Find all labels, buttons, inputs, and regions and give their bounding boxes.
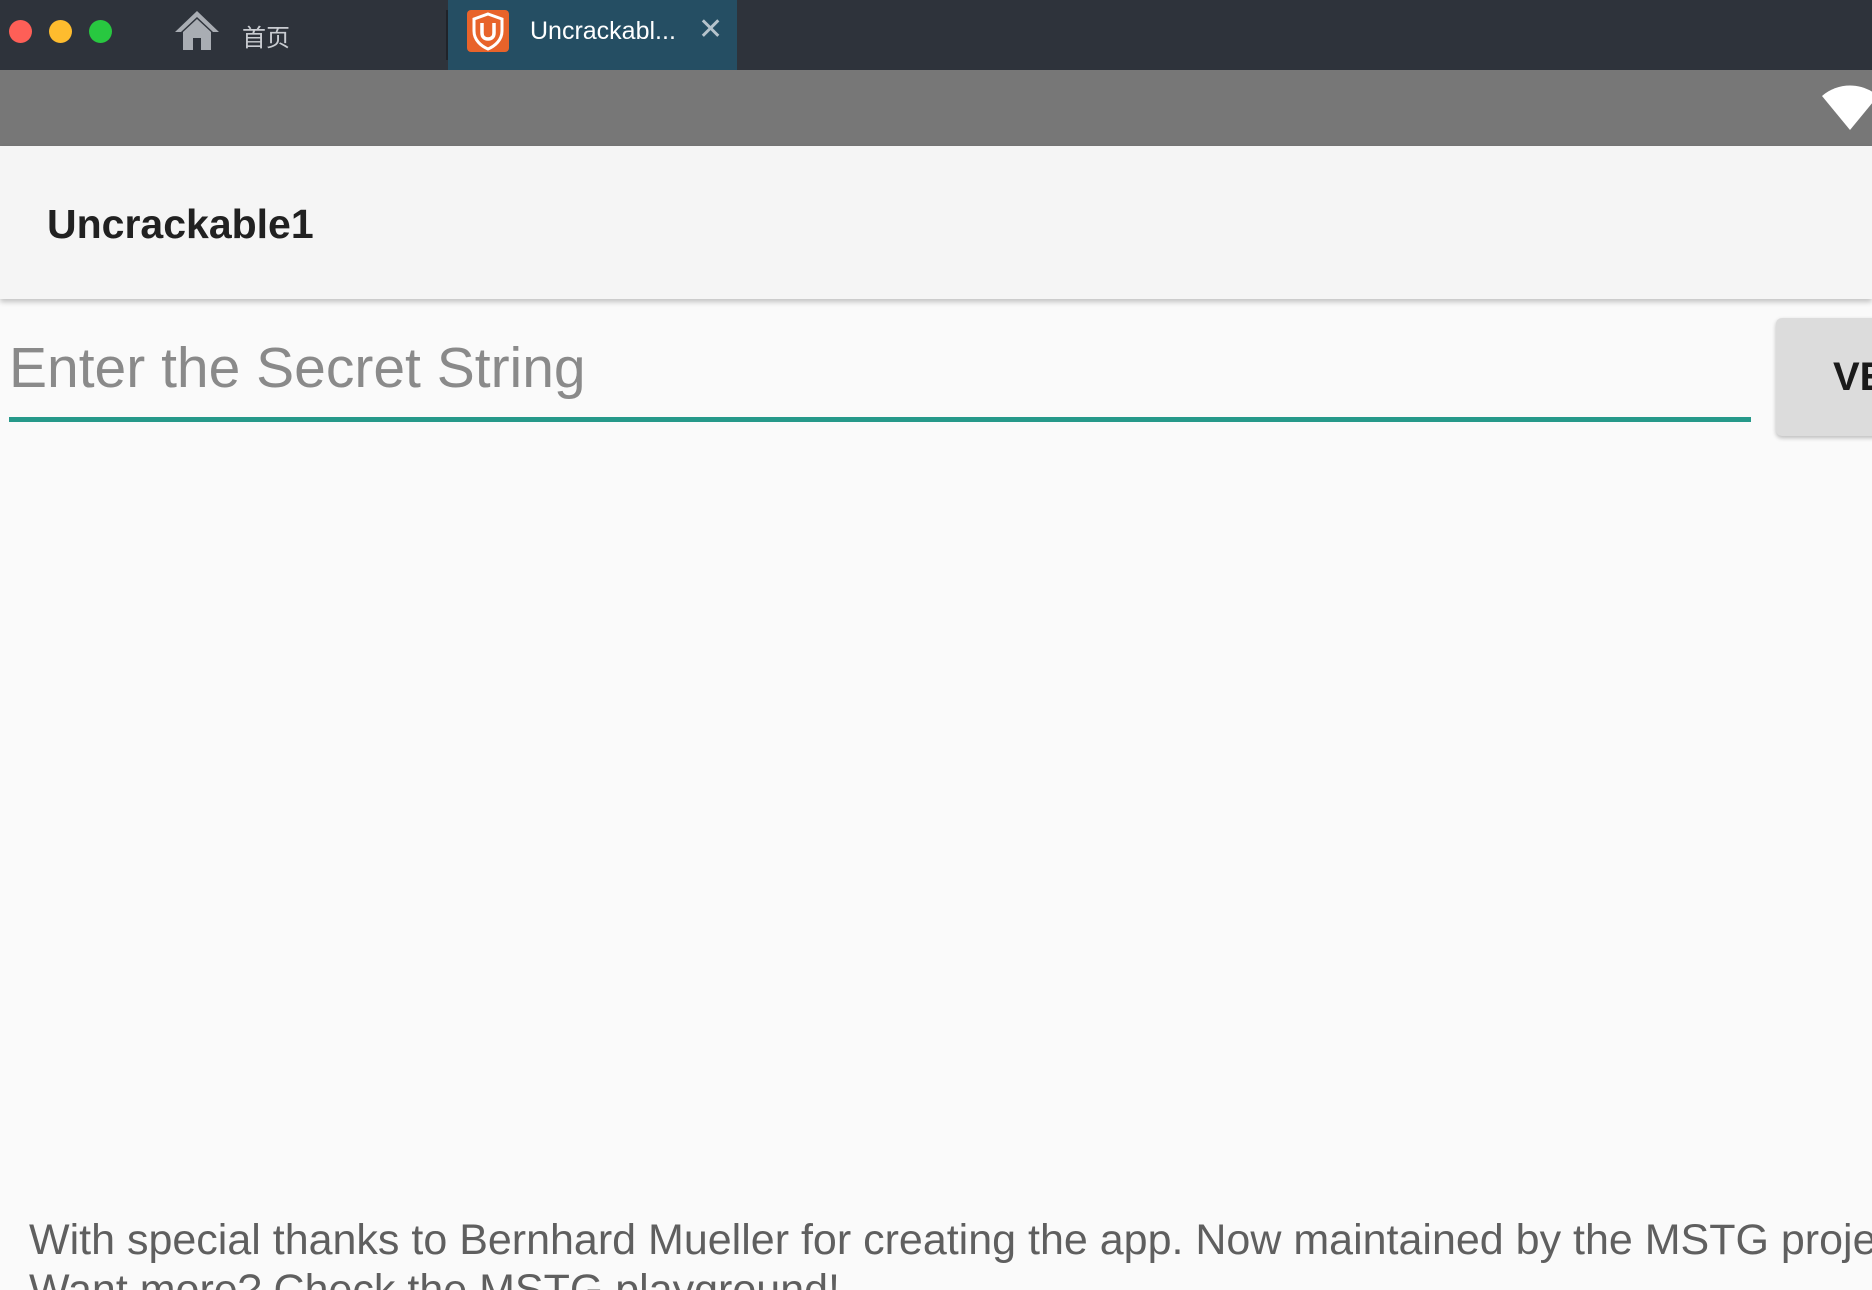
tab-label: Uncrackabl...: [530, 17, 676, 45]
tab-uncrackable[interactable]: Uncrackabl... ✕: [448, 0, 737, 70]
close-window-button[interactable]: [9, 20, 32, 43]
verify-button[interactable]: VE: [1776, 318, 1872, 436]
secret-string-input[interactable]: [9, 330, 1751, 422]
minimize-window-button[interactable]: [49, 20, 72, 43]
home-icon: [175, 11, 219, 50]
status-bar: [0, 70, 1872, 146]
credits-text: With special thanks to Bernhard Mueller …: [29, 1215, 1872, 1290]
title-bar: 首页 Uncrackabl... ✕: [0, 0, 1872, 70]
tab-label: 首页: [242, 24, 290, 52]
app-window: 首页 Uncrackabl... ✕ Uncrackable1 VE With …: [0, 0, 1872, 1290]
credits-line-2: Want more? Check the MSTG playground!: [29, 1266, 840, 1290]
wifi-icon: [1822, 85, 1872, 130]
action-bar: Uncrackable1: [0, 146, 1872, 299]
credits-line-1: With special thanks to Bernhard Mueller …: [29, 1216, 1872, 1264]
maximize-window-button[interactable]: [89, 20, 112, 43]
page-title: Uncrackable1: [47, 201, 314, 247]
close-icon[interactable]: ✕: [698, 13, 723, 47]
shield-u-icon: [467, 10, 509, 52]
tab-home[interactable]: 首页: [160, 0, 446, 70]
